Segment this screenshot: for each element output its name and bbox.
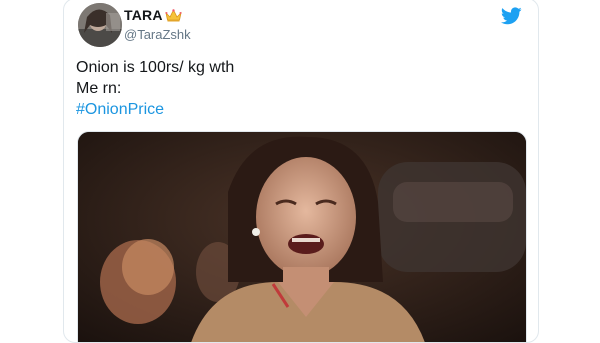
twitter-bird-icon[interactable] — [501, 7, 522, 25]
hashtag-link[interactable]: #OnionPrice — [76, 99, 234, 120]
display-name-text: TARA — [124, 7, 163, 23]
tweet-text: Onion is 100rs/ kg wth Me rn: #OnionPric… — [76, 57, 234, 120]
avatar[interactable] — [78, 3, 122, 47]
tweet-text-line-1: Onion is 100rs/ kg wth — [76, 59, 235, 76]
tweet-text-line-2: Me rn: — [76, 80, 122, 97]
tweet-card[interactable]: TARA @TaraZshk Onion is 100rs/ kg wth Me… — [63, 0, 539, 343]
avatar-image — [78, 3, 122, 47]
photo-image — [78, 132, 526, 342]
crown-icon — [164, 8, 182, 21]
display-name[interactable]: TARA — [124, 7, 182, 23]
tweet-media-photo[interactable] — [77, 131, 527, 342]
user-handle[interactable]: @TaraZshk — [124, 27, 191, 42]
